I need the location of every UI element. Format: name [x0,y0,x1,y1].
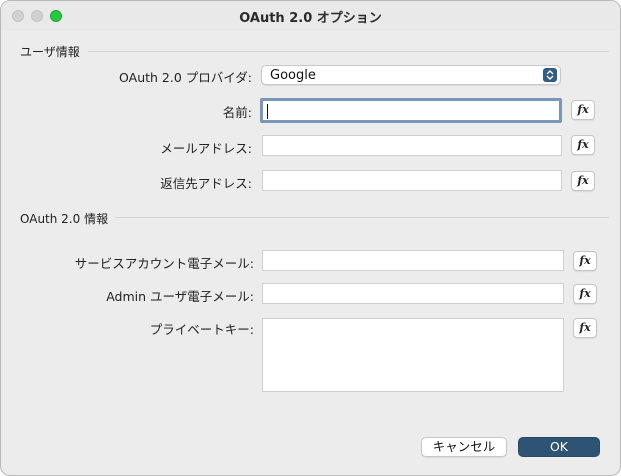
private-key-textarea[interactable] [262,318,564,392]
window-title: OAuth 2.0 オプション [239,11,382,26]
user-info-separator [88,51,609,52]
admin-user-email-fx-button[interactable]: fx [573,284,597,304]
name-field[interactable] [260,98,562,123]
reply-to-fx-button[interactable]: fx [571,171,595,191]
service-account-email-fx-button[interactable]: fx [573,251,597,271]
email-field[interactable] [262,135,562,156]
admin-user-email-label: Admin ユーザ電子メール: [106,289,254,304]
user-info-heading: ユーザ情報 [20,45,80,59]
oauth-options-window: OAuth 2.0 オプション ユーザ情報 OAuth 2.0 プロバイダ: G… [0,0,621,476]
provider-popup[interactable]: Google [261,65,561,85]
reply-to-field[interactable] [262,170,562,191]
cancel-button[interactable]: キャンセル [421,437,507,457]
oauth-info-separator [115,217,609,218]
private-key-label: プライベートキー: [149,322,254,337]
private-key-fx-button[interactable]: fx [573,318,597,338]
provider-value: Google [270,68,316,83]
provider-label: OAuth 2.0 プロバイダ: [119,70,252,85]
ok-button[interactable]: OK [518,437,600,457]
reply-to-label: 返信先アドレス: [160,176,252,191]
service-account-email-label: サービスアカウント電子メール: [74,256,254,271]
name-label: 名前: [222,105,252,120]
service-account-email-field[interactable] [262,250,564,271]
text-caret [267,104,268,119]
name-fx-button[interactable]: fx [571,100,595,120]
oauth-info-heading: OAuth 2.0 情報 [20,212,109,226]
email-label: メールアドレス: [160,141,252,156]
popup-stepper-icon [543,68,557,82]
admin-user-email-field[interactable] [262,283,564,304]
title-bar: OAuth 2.0 オプション [1,1,620,31]
email-fx-button[interactable]: fx [571,135,595,155]
